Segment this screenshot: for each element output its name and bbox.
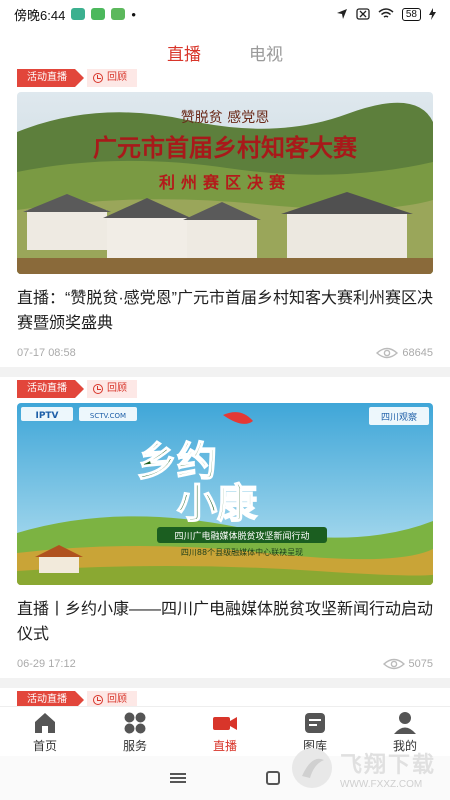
charging-icon	[429, 8, 436, 20]
eye-icon	[376, 347, 398, 359]
wechat-notification-icon	[91, 8, 105, 20]
status-time: 傍晚6:44	[14, 5, 65, 24]
watermark-sub: WWW.FXXZ.COM	[340, 779, 436, 790]
review-tag: 回顾	[87, 691, 137, 706]
status-dot: •	[131, 7, 136, 22]
watermark-logo-icon	[290, 746, 334, 790]
poster-main-text-2: 小康	[177, 480, 257, 527]
user-icon	[392, 711, 418, 735]
poster-main-text: 乡约	[137, 438, 217, 485]
watermark-main: 飞翔下载	[340, 747, 436, 779]
view-count-value: 68645	[402, 347, 433, 359]
activity-live-tag: 活动直播	[17, 69, 75, 87]
clock-icon	[93, 384, 103, 394]
top-tabs: 直播 电视	[0, 34, 450, 70]
review-tag: 回顾	[87, 380, 137, 398]
view-count: 68645	[376, 347, 433, 359]
nav-service[interactable]: 服务	[90, 707, 180, 756]
logo-sichuan-observe: 四川观察	[381, 411, 417, 423]
live-card[interactable]: 活动直播 回顾	[17, 690, 433, 706]
close-box-icon	[356, 8, 370, 20]
card-date: 06-29 17:12	[17, 658, 76, 670]
poster-sub: 四川88个县级融媒体中心联袂呈现	[181, 547, 303, 557]
nav-home[interactable]: 首页	[0, 707, 90, 756]
menu-icon[interactable]	[170, 773, 186, 783]
view-count-value: 5075	[409, 658, 433, 670]
card-divider	[0, 678, 450, 688]
logo-sctv: SCTV.COM	[90, 412, 126, 420]
card-thumbnail[interactable]: IPTV SCTV.COM 四川观察 乡约 小康 四川广电融媒体脱贫攻坚新闻行动…	[17, 403, 433, 585]
review-label: 回顾	[107, 69, 127, 87]
live-feed: 活动直播 回顾	[0, 66, 450, 706]
card-title[interactable]: 直播丨乡约小康——四川广电融媒体脱贫攻坚新闻行动启动仪式	[17, 597, 433, 647]
grid-icon	[122, 711, 148, 735]
nav-live[interactable]: 直播	[180, 707, 270, 756]
review-label: 回顾	[107, 380, 127, 398]
nav-label: 首页	[33, 737, 57, 754]
home-button-icon[interactable]	[266, 771, 280, 785]
gallery-icon	[302, 711, 328, 735]
nav-label: 直播	[213, 737, 237, 754]
clock-icon	[93, 73, 103, 83]
wifi-icon	[378, 8, 394, 20]
message-notification-icon	[111, 8, 125, 20]
eye-icon	[383, 658, 405, 670]
card-thumbnail[interactable]: 赞脱贫 感党恩 广元市首届乡村知客大赛 利州赛区决赛	[17, 92, 433, 274]
video-camera-icon	[212, 711, 238, 735]
card-title[interactable]: 直播：“赞脱贫·感党恩”广元市首届乡村知客大赛利州赛区决赛暨颁奖盛典	[17, 286, 433, 336]
card-date: 07-17 08:58	[17, 347, 76, 359]
status-bar: 傍晚6:44 • 58	[0, 0, 450, 28]
live-card[interactable]: 活动直播 回顾	[17, 68, 433, 377]
tab-live[interactable]: 直播	[167, 34, 201, 70]
card-divider	[0, 367, 450, 377]
clock-icon	[93, 695, 103, 705]
nav-label: 服务	[123, 737, 147, 754]
tab-tv[interactable]: 电视	[249, 34, 283, 70]
logo-iptv: IPTV	[35, 411, 58, 421]
telegram-notification-icon	[71, 8, 85, 20]
poster-banner: 四川广电融媒体脱贫攻坚新闻行动	[174, 530, 309, 542]
site-watermark: 飞翔下载 WWW.FXXZ.COM	[290, 740, 440, 796]
activity-live-tag: 活动直播	[17, 380, 75, 398]
poster-line3: 利州赛区决赛	[159, 173, 291, 192]
location-arrow-icon	[336, 8, 348, 20]
poster-line2: 广元市首届乡村知客大赛	[93, 133, 358, 162]
review-tag: 回顾	[87, 69, 137, 87]
poster-line1: 赞脱贫 感党恩	[181, 109, 269, 126]
live-card[interactable]: 活动直播 回顾 IPTV SCT	[17, 379, 433, 688]
battery-icon: 58	[402, 8, 421, 21]
review-label: 回顾	[107, 691, 127, 706]
view-count: 5075	[383, 658, 433, 670]
activity-live-tag: 活动直播	[17, 691, 75, 706]
home-icon	[32, 711, 58, 735]
